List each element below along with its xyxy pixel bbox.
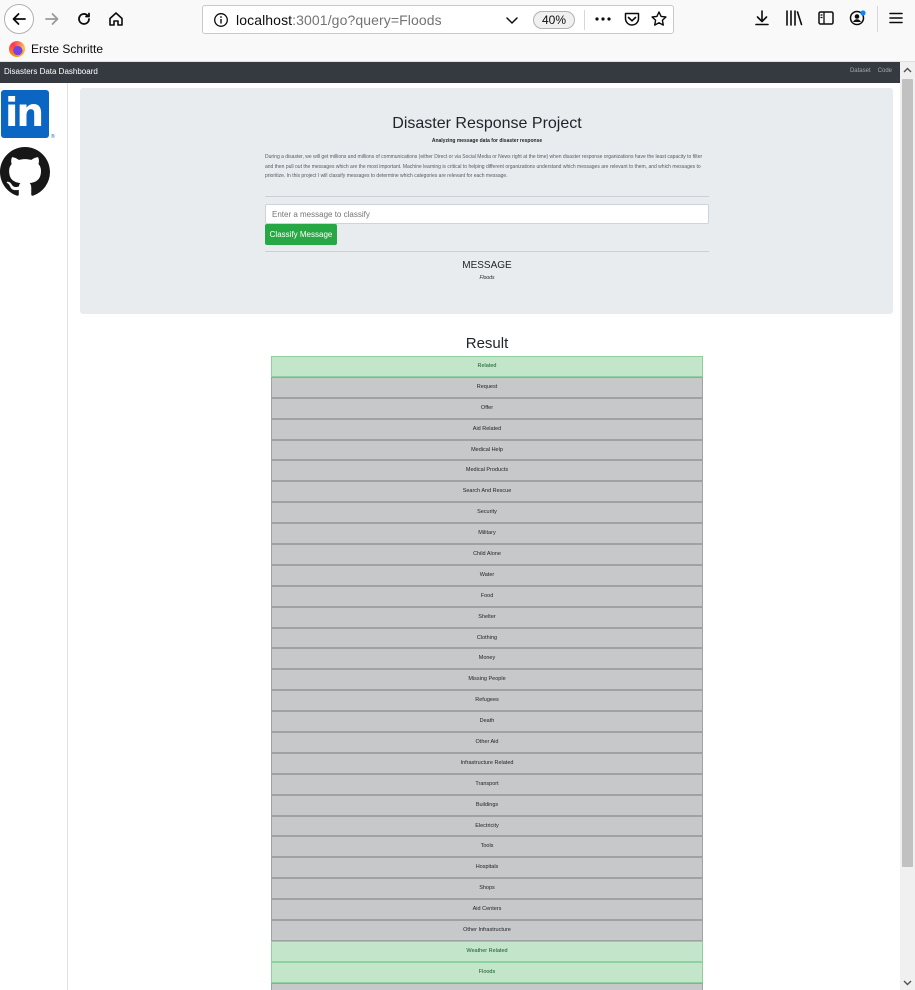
more-actions-icon[interactable] [593,9,613,34]
linkedin-icon[interactable]: in [1,90,49,138]
page-viewport: Disasters Data Dashboard Dataset Code in… [0,62,900,990]
library-button[interactable] [782,6,806,30]
message-input[interactable] [265,204,709,224]
sidebar-toggle-button[interactable] [814,6,838,30]
result-item: Tools [271,836,703,858]
result-heading: Result [465,335,509,352]
result-item: Shops [271,878,703,900]
reload-button[interactable] [70,5,98,33]
star-icon[interactable] [650,10,668,33]
zoom-badge[interactable]: 40% [533,11,576,29]
result-item: Request [271,376,703,398]
firefox-icon [9,41,25,57]
result-item: Water [271,564,703,586]
project-description: During a disaster, we will get millions … [265,154,703,180]
nav-link-code[interactable]: Code [878,68,892,74]
nav-link-dataset[interactable]: Dataset [850,68,871,74]
result-item: Search And Rescue [271,481,703,503]
browser-toolbar: localhost:3001/go?query=Floods 40% [0,0,915,38]
jumbotron: Disaster Response Project Analyzing mess… [80,88,893,314]
result-item: Military [271,523,703,545]
account-button[interactable] [846,6,870,30]
bookmark-erste-schritte[interactable]: Erste Schritte [9,41,103,57]
home-icon [109,12,123,26]
reload-icon [78,12,90,25]
library-icon [786,10,803,26]
download-icon [755,10,769,26]
downloads-button[interactable] [750,6,774,30]
info-icon[interactable] [213,12,229,33]
result-item: Infrastructure Related [271,752,703,774]
home-button[interactable] [102,5,130,33]
url-text[interactable]: localhost:3001/go?query=Floods [236,12,442,28]
result-item: Aid Centers [271,899,703,921]
result-item: Other Aid [271,732,703,753]
scroll-up-arrow-icon[interactable] [900,62,915,77]
result-item: Related [271,356,703,377]
message-heading: MESSAGE [462,260,512,271]
result-item: Shelter [271,606,703,628]
result-item: Medical Help [271,439,703,461]
navbar: Disasters Data Dashboard Dataset Code [0,62,900,83]
scrollbar-thumb[interactable] [902,79,913,867]
divider [265,196,709,197]
result-item: Floods [271,961,703,983]
result-item: Offer [271,397,703,419]
result-item: Missing People [271,669,703,691]
sidebar-icon [818,11,834,25]
page-title: Disaster Response Project [392,115,582,132]
result-item: Child Alone [271,544,703,565]
url-bar[interactable]: localhost:3001/go?query=Floods 40% [202,5,674,34]
scroll-down-arrow-icon[interactable] [900,975,915,990]
linkedin-logo-text: in [5,91,44,136]
result-item: Weather Related [271,940,703,962]
account-icon [849,10,866,26]
classify-message-button[interactable]: Classify Message [265,224,337,245]
bookmark-label: Erste Schritte [31,42,104,56]
result-item: Medical Products [271,460,703,482]
result-item: Transport [271,773,703,795]
social-sidebar: in ® [0,83,68,990]
navbar-links: Dataset Code [850,68,892,74]
result-item: Other Infrastructure [271,920,703,941]
result-item: Buildings [271,794,703,816]
url-path: :3001/go?query=Floods [292,12,442,28]
result-item: Hospitals [271,857,703,879]
github-icon[interactable] [0,147,50,197]
vertical-scrollbar[interactable] [900,62,915,990]
result-item: Aid Related [271,418,703,440]
pocket-icon[interactable] [623,10,641,33]
result-item: Refugees [271,690,703,712]
message-text: Floods [479,275,495,281]
divider [265,251,709,252]
navbar-brand[interactable]: Disasters Data Dashboard [4,67,98,76]
chevron-down-icon[interactable] [505,13,519,32]
back-button[interactable] [4,4,34,34]
menu-button[interactable] [884,6,908,30]
arrow-left-icon [12,13,26,25]
arrow-right-icon [45,13,59,25]
result-item: Electricity [271,815,703,837]
hamburger-icon [889,12,903,24]
page-subtitle: Analyzing message data for disaster resp… [431,138,543,144]
registered-mark: ® [51,134,55,140]
result-list: Related Request Offer Aid Related Medical He… [271,356,703,990]
url-divider [584,10,585,30]
result-item: Security [271,502,703,524]
bookmarks-bar: Erste Schritte [0,38,915,62]
url-host: localhost [236,12,293,28]
result-item: Food [271,585,703,607]
result-item: Clothing [271,627,703,649]
result-item [271,982,703,990]
result-item: Death [271,711,703,733]
result-item: Money [271,648,703,670]
forward-button[interactable] [38,5,66,33]
toolbar-divider [877,6,878,32]
